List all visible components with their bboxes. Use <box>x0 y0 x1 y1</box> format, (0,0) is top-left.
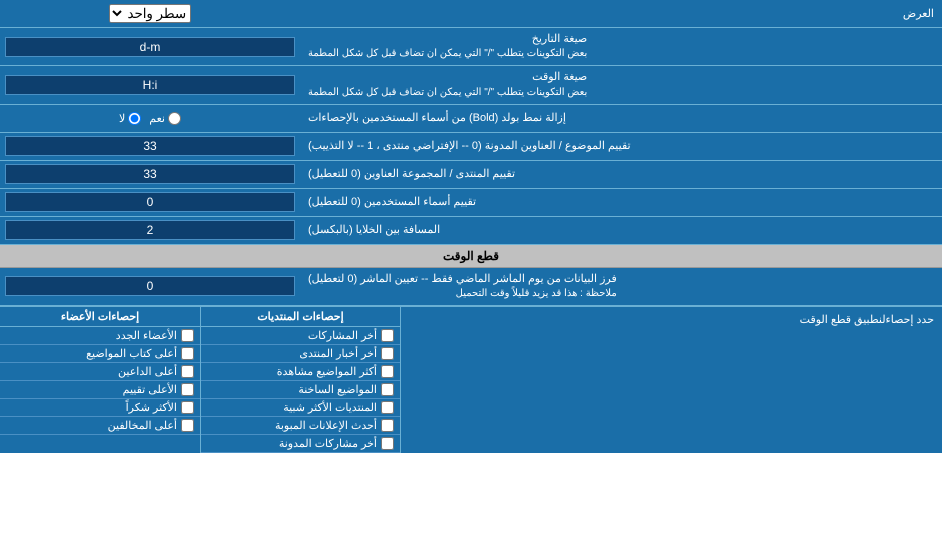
date-format-input[interactable] <box>5 37 295 57</box>
users-order-input[interactable] <box>5 192 295 212</box>
date-format-input-area <box>0 28 300 65</box>
cell-spacing-input-area <box>0 217 300 244</box>
stat-member-4-check[interactable] <box>181 383 194 396</box>
stat-forum-7: أخر مشاركات المدونة <box>201 435 400 453</box>
stat-forum-3: أكثر المواضيع مشاهدة <box>201 363 400 381</box>
stat-forum-4: المواضيع الساخنة <box>201 381 400 399</box>
topic-order-input[interactable] <box>5 136 295 156</box>
time-format-input[interactable] <box>5 75 295 95</box>
bold-remove-input-area: نعم لا <box>0 105 300 132</box>
bold-yes-label[interactable]: نعم <box>149 112 181 125</box>
stats-apply-label: حدد إحصاءلنطبيق قطع الوقت <box>400 307 942 453</box>
display-select-area: سطر واحد سطرانثلاثة أسطر <box>0 1 300 26</box>
stat-member-2: أعلى كتاب المواضيع <box>0 345 200 363</box>
time-format-input-area <box>0 66 300 103</box>
stat-member-6-check[interactable] <box>181 419 194 432</box>
cell-spacing-input[interactable] <box>5 220 295 240</box>
display-select[interactable]: سطر واحد سطرانثلاثة أسطر <box>109 4 191 23</box>
display-label: العرض <box>300 3 942 24</box>
forum-stats-header: إحصاءات المنتديات <box>201 307 400 327</box>
topic-order-label: تقييم الموضوع / العناوين المدونة (0 -- ا… <box>300 133 942 160</box>
users-order-input-area <box>0 189 300 216</box>
cell-spacing-label: المسافة بين الخلايا (بالبكسل) <box>300 217 942 244</box>
forum-order-label: تقييم المنتدى / المجموعة العناوين (0 للت… <box>300 161 942 188</box>
stat-forum-5-check[interactable] <box>381 401 394 414</box>
stat-forum-3-check[interactable] <box>381 365 394 378</box>
users-order-label: تقييم أسماء المستخدمين (0 للتعطيل) <box>300 189 942 216</box>
stat-member-6: أعلى المخالفين <box>0 417 200 435</box>
bold-remove-label: إزالة نمط بولد (Bold) من أسماء المستخدمي… <box>300 105 942 132</box>
bold-no-label[interactable]: لا <box>119 112 141 125</box>
stat-member-4: الأعلى تقييم <box>0 381 200 399</box>
stat-forum-1: أخر المشاركات <box>201 327 400 345</box>
stat-member-1-check[interactable] <box>181 329 194 342</box>
forum-order-input-area <box>0 161 300 188</box>
date-format-label: صيغة التاريخ بعض التكوينات يتطلب "/" الت… <box>300 28 942 65</box>
stat-member-5-check[interactable] <box>181 401 194 414</box>
stat-forum-5: المنتديات الأكثر شبية <box>201 399 400 417</box>
stat-forum-7-check[interactable] <box>381 437 394 450</box>
stat-member-3: أعلى الداعين <box>0 363 200 381</box>
member-stats-header: إحصاءات الأعضاء <box>0 307 200 327</box>
forum-stats-col: إحصاءات المنتديات أخر المشاركات أخر أخبا… <box>200 307 400 453</box>
member-stats-col: إحصاءات الأعضاء الأعضاء الجدد أعلى كتاب … <box>0 307 200 453</box>
cut-section-label: فرز البيانات من يوم الماشر الماضي فقط --… <box>300 268 942 305</box>
bold-yes-radio[interactable] <box>168 112 181 125</box>
topic-order-input-area <box>0 133 300 160</box>
stat-forum-6: أحدث الإعلانات المبوبة <box>201 417 400 435</box>
stat-member-3-check[interactable] <box>181 365 194 378</box>
cut-section-header: قطع الوقت <box>0 245 942 268</box>
stat-forum-2-check[interactable] <box>381 347 394 360</box>
cut-section-input-area <box>0 268 300 305</box>
stat-forum-6-check[interactable] <box>381 419 394 432</box>
cut-section-input[interactable] <box>5 276 295 296</box>
stat-forum-4-check[interactable] <box>381 383 394 396</box>
bold-no-radio[interactable] <box>128 112 141 125</box>
stat-forum-2: أخر أخبار المنتدى <box>201 345 400 363</box>
stat-forum-1-check[interactable] <box>381 329 394 342</box>
stat-member-2-check[interactable] <box>181 347 194 360</box>
time-format-label: صيغة الوقت بعض التكوينات يتطلب "/" التي … <box>300 66 942 103</box>
stat-member-5: الأكثر شكراً <box>0 399 200 417</box>
forum-order-input[interactable] <box>5 164 295 184</box>
stat-member-1: الأعضاء الجدد <box>0 327 200 345</box>
